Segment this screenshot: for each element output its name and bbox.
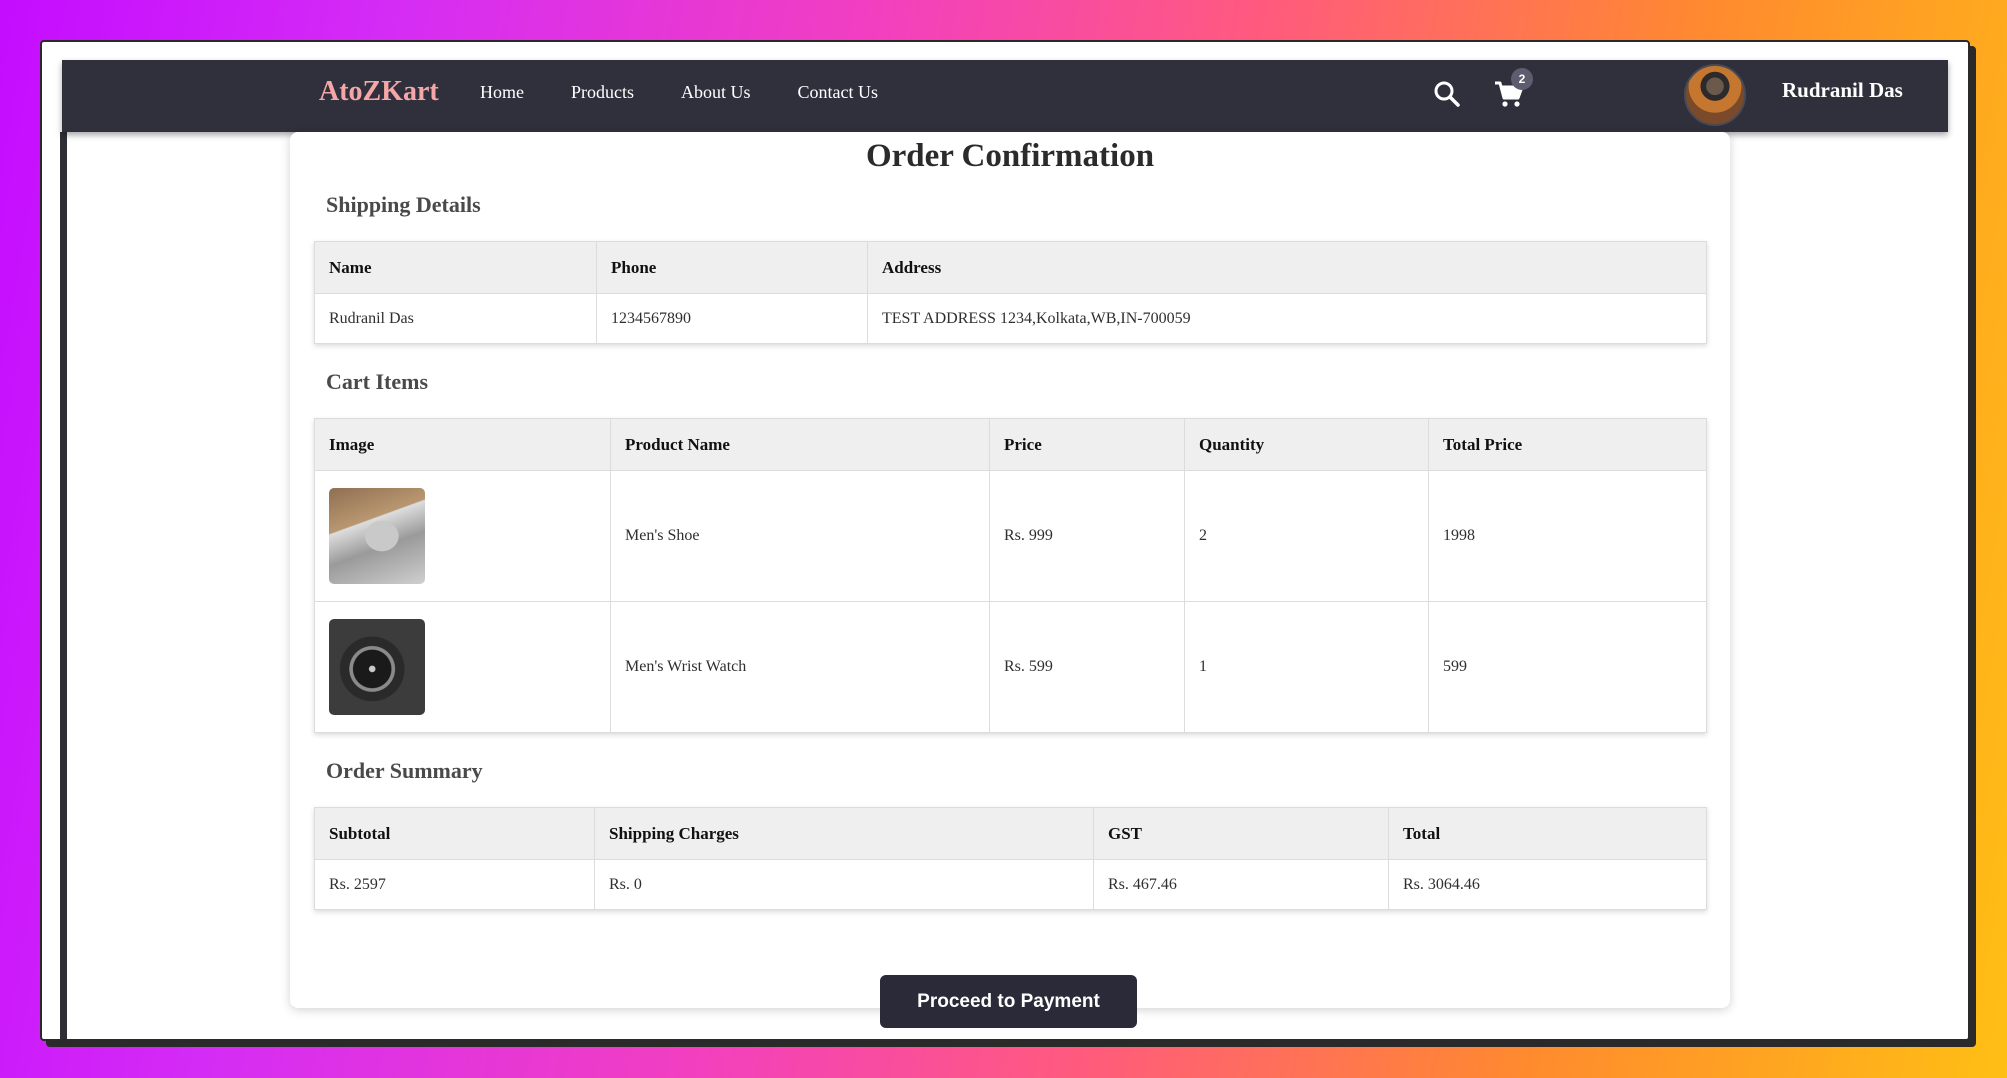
column-header: GST (1093, 807, 1389, 860)
nav-link-products[interactable]: Products (571, 82, 634, 103)
navbar: AtoZKart Home Products About Us Contact … (62, 60, 1948, 132)
shipping-phone: 1234567890 (596, 293, 868, 344)
proceed-to-payment-button[interactable]: Proceed to Payment (880, 975, 1137, 1028)
product-name: Men's Wrist Watch (610, 601, 990, 733)
column-header: Total Price (1428, 418, 1707, 471)
brand-logo[interactable]: AtoZKart (319, 76, 439, 108)
column-header: Quantity (1184, 418, 1429, 471)
summary-gst: Rs. 467.46 (1093, 859, 1389, 910)
search-icon[interactable] (1432, 78, 1462, 110)
column-header: Phone (596, 241, 868, 294)
page-title: Order Confirmation (865, 138, 1155, 174)
shipping-address: TEST ADDRESS 1234,Kolkata,WB,IN-700059 (867, 293, 1707, 344)
shipping-name: Rudranil Das (314, 293, 597, 344)
nav-link-about-us[interactable]: About Us (681, 82, 751, 103)
column-header: Subtotal (314, 807, 595, 860)
cart-items-title: Cart Items (326, 369, 429, 394)
table-header-row: Image Product Name Price Quantity Total … (314, 418, 1707, 471)
column-header: Total (1388, 807, 1707, 860)
column-header: Image (314, 418, 611, 471)
shoe-image[interactable] (329, 488, 425, 584)
order-card: Order Confirmation Shipping Details Name… (290, 132, 1730, 1028)
summary-subtotal: Rs. 2597 (314, 859, 595, 910)
summary-shipping: Rs. 0 (594, 859, 1094, 910)
shipping-details-title: Shipping Details (326, 192, 481, 217)
column-header: Price (989, 418, 1185, 471)
table-header-row: Name Phone Address (314, 241, 1707, 294)
column-header: Shipping Charges (594, 807, 1094, 860)
table-row: Rudranil Das 1234567890 TEST ADDRESS 123… (314, 293, 1707, 344)
column-header: Address (867, 241, 1707, 294)
product-price: Rs. 599 (989, 601, 1185, 733)
summary-table: Subtotal Shipping Charges GST Total Rs. … (314, 807, 1707, 910)
nav-link-contact-us[interactable]: Contact Us (798, 82, 879, 103)
summary-total: Rs. 3064.46 (1388, 859, 1707, 910)
product-price: Rs. 999 (989, 470, 1185, 602)
product-total: 599 (1428, 601, 1707, 733)
avatar[interactable] (1684, 64, 1746, 126)
column-header: Name (314, 241, 597, 294)
nav-links: Home Products About Us Contact Us (480, 82, 925, 103)
left-border (60, 132, 67, 1039)
product-total: 1998 (1428, 470, 1707, 602)
product-quantity: 2 (1184, 470, 1429, 602)
product-quantity: 1 (1184, 601, 1429, 733)
cart-table: Image Product Name Price Quantity Total … (314, 418, 1707, 733)
column-header: Product Name (610, 418, 990, 471)
nav-link-home[interactable]: Home (480, 82, 524, 103)
shipping-table: Name Phone Address Rudranil Das 12345678… (314, 241, 1707, 344)
product-name: Men's Shoe (610, 470, 990, 602)
user-name[interactable]: Rudranil Das (1782, 78, 1903, 103)
table-row: Men's Shoe Rs. 999 2 1998 (314, 470, 1707, 602)
cart-count-badge: 2 (1511, 68, 1533, 90)
product-image-cell (314, 470, 611, 602)
order-summary-title: Order Summary (326, 758, 483, 783)
watch-image[interactable] (329, 619, 425, 715)
product-image-cell (314, 601, 611, 733)
browser-window: AtoZKart Home Products About Us Contact … (40, 40, 1970, 1041)
table-row: Men's Wrist Watch Rs. 599 1 599 (314, 601, 1707, 733)
table-header-row: Subtotal Shipping Charges GST Total (314, 807, 1707, 860)
table-row: Rs. 2597 Rs. 0 Rs. 467.46 Rs. 3064.46 (314, 859, 1707, 910)
